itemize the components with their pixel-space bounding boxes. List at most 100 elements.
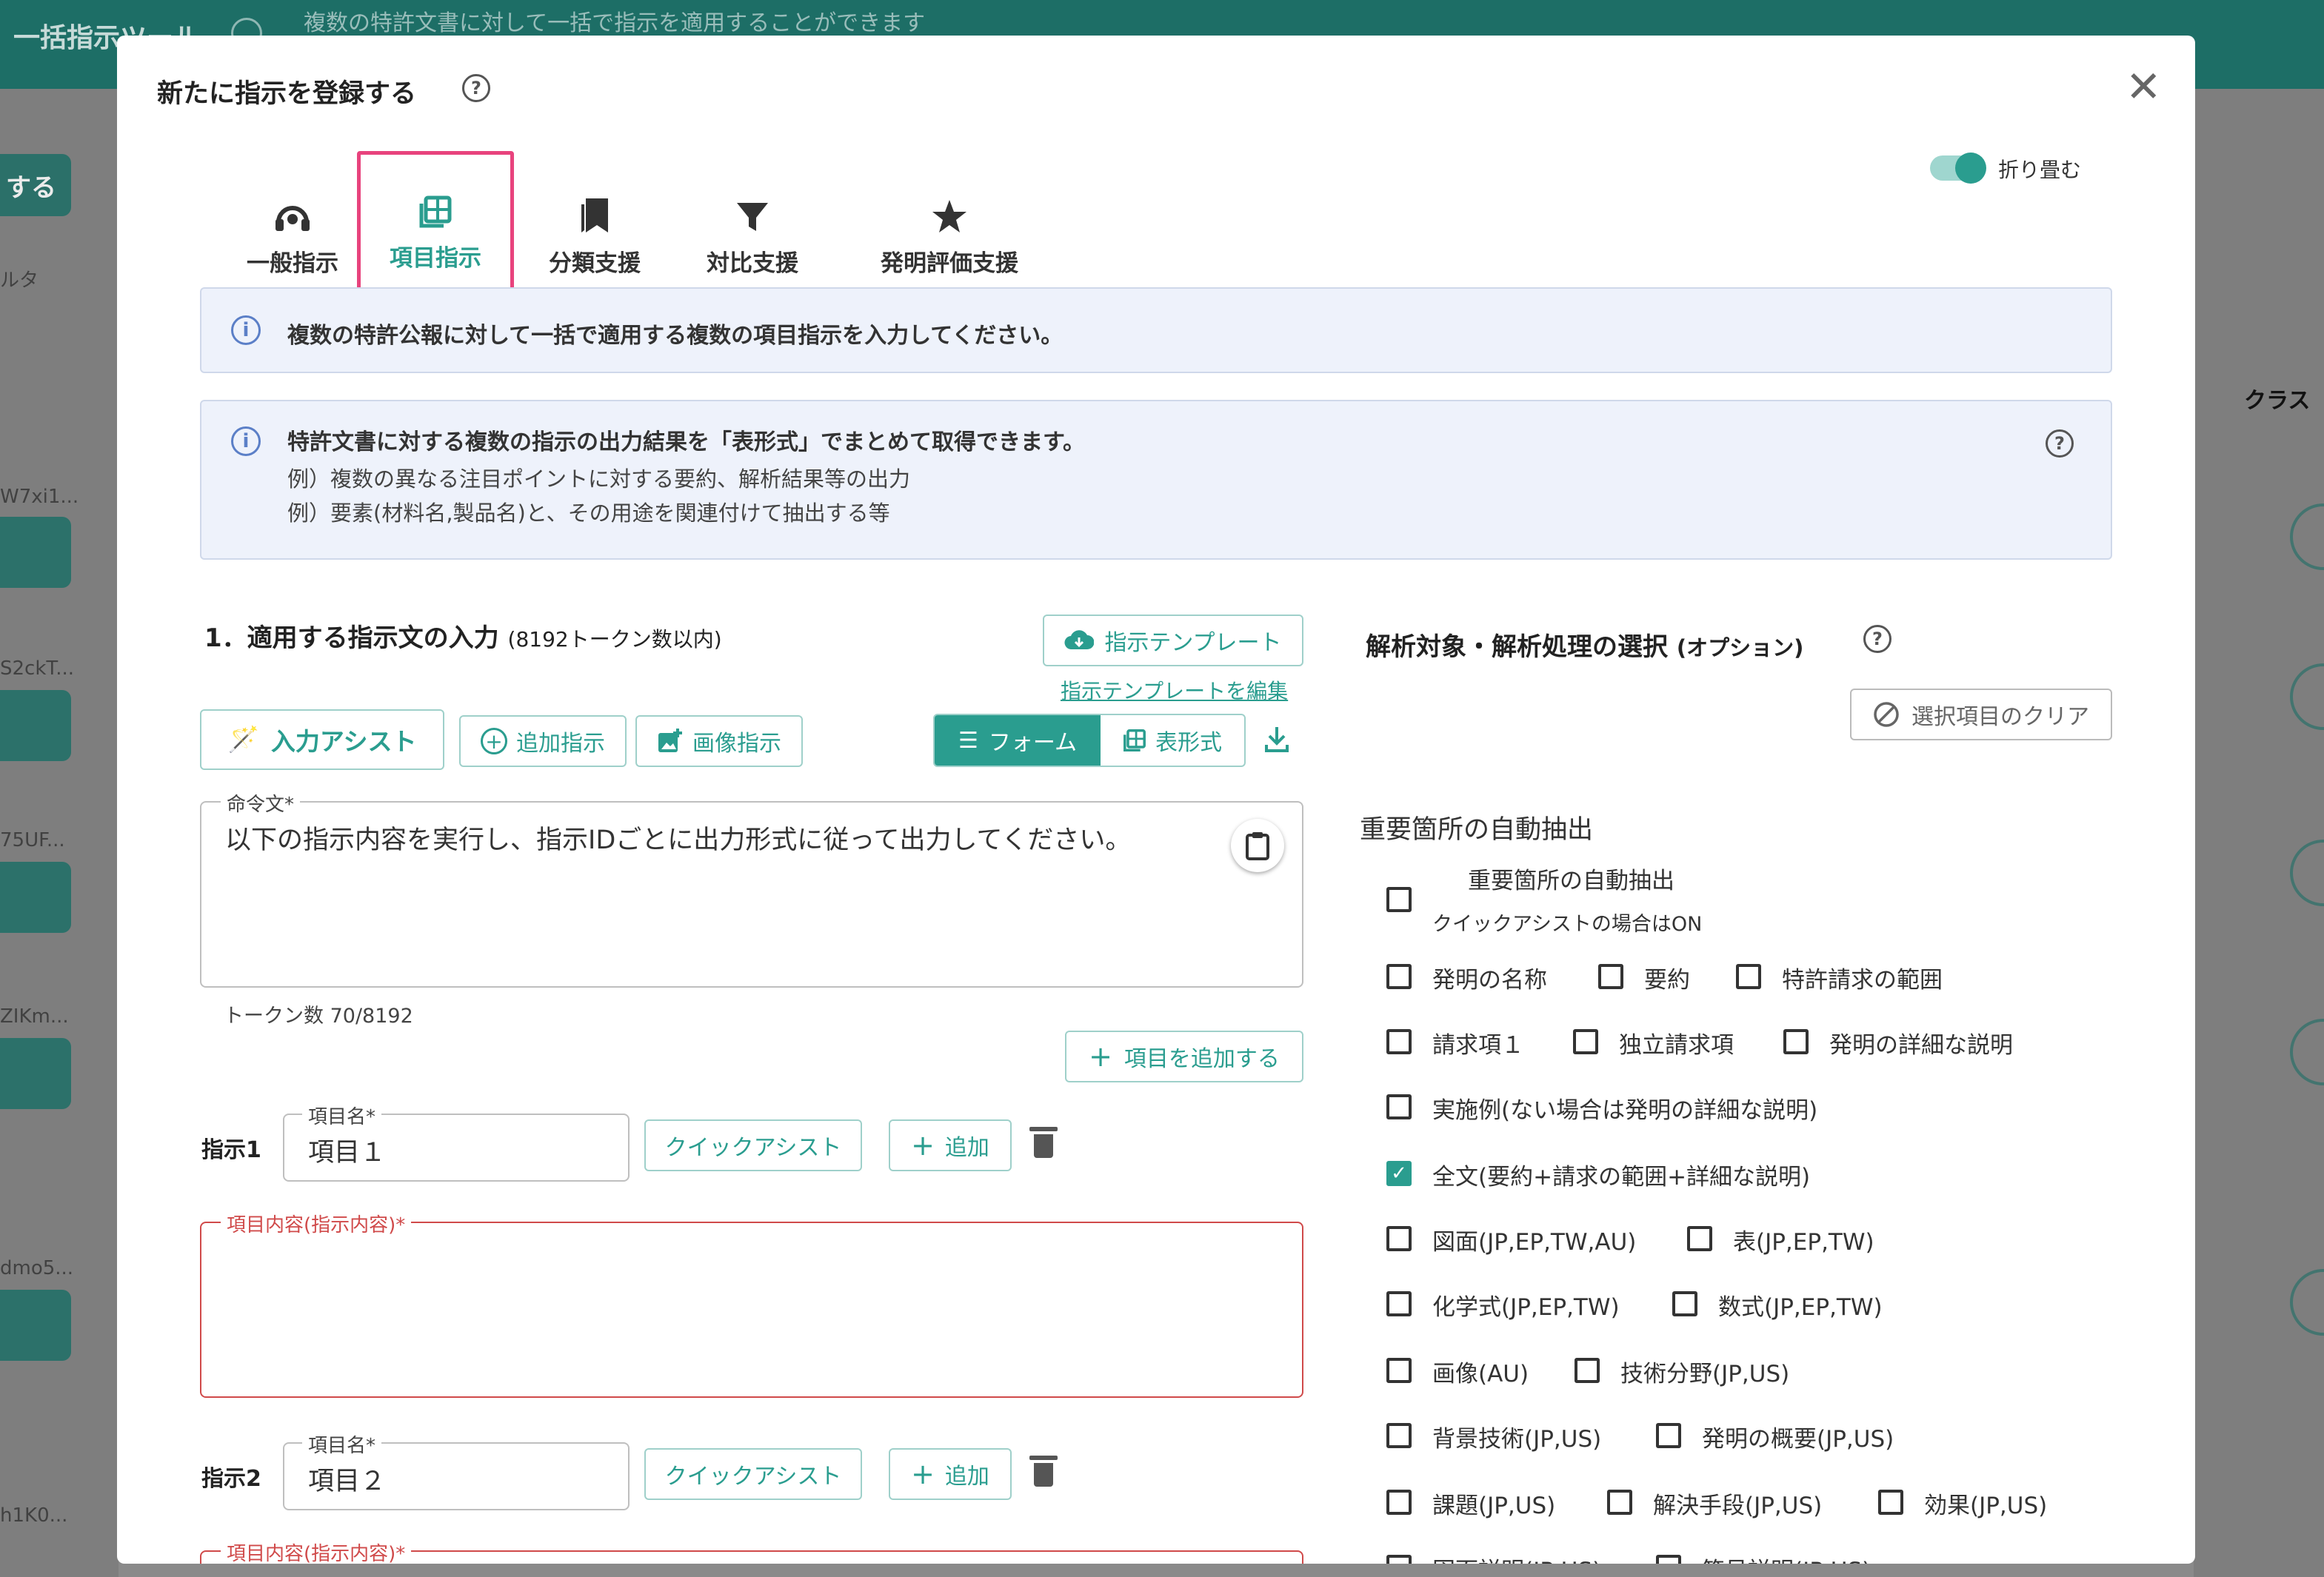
trash-icon[interactable]: [1029, 1456, 1058, 1487]
checkbox-claim-1[interactable]: [1386, 1029, 1412, 1054]
image-instruction-button[interactable]: 画像指示: [635, 715, 803, 767]
trash-icon[interactable]: [1029, 1127, 1058, 1158]
question-circle-icon[interactable]: ?: [462, 74, 490, 102]
checkbox-detailed-description[interactable]: [1783, 1029, 1809, 1054]
checkbox-label: 効果(JP,US): [1924, 1493, 2048, 1519]
magic-wand-icon: 🪄: [227, 725, 259, 754]
checkbox-problem[interactable]: [1386, 1490, 1412, 1515]
section-title: 1．適用する指示文の入力 (8192トークン数以内): [204, 617, 722, 654]
checkbox-label: 化学式(JP,EP,TW): [1432, 1294, 1620, 1321]
plus-circle-icon: +: [481, 728, 507, 754]
table-format-info: i 特許文書に対する複数の指示の出力結果を「表形式」でまとめて取得できます。 例…: [200, 400, 2112, 560]
quick-assist-button[interactable]: クイックアシスト: [644, 1448, 862, 1500]
clear-selection-label: 選択項目のクリア: [1911, 704, 2089, 730]
auto-extract-heading: 重要箇所の自動抽出: [1360, 815, 1594, 845]
checkbox-effects[interactable]: [1878, 1490, 1903, 1515]
checkbox-math-formulas[interactable]: [1672, 1291, 1697, 1316]
checkbox-examples[interactable]: [1386, 1094, 1412, 1119]
checkbox-abstract[interactable]: [1598, 964, 1623, 989]
question-circle-icon[interactable]: ?: [2046, 429, 2074, 458]
close-icon[interactable]: ✕: [2126, 65, 2162, 108]
add-button[interactable]: + 追加: [889, 1448, 1012, 1500]
view-table-button[interactable]: 表形式: [1101, 715, 1244, 766]
clear-selection-button[interactable]: 選択項目のクリア: [1850, 689, 2112, 740]
background-list-button[interactable]: [0, 1038, 71, 1109]
background-list-button[interactable]: [0, 517, 71, 588]
checkbox-solution[interactable]: [1607, 1490, 1632, 1515]
clipboard-icon[interactable]: [1231, 819, 1284, 872]
add-item-button[interactable]: + 項目を追加する: [1065, 1031, 1303, 1082]
item-name-value: 項目２: [308, 1467, 387, 1496]
image-instruction-label: 画像指示: [692, 731, 781, 757]
background-list-button[interactable]: [0, 862, 71, 933]
collapse-toggle[interactable]: [1930, 153, 1986, 184]
app-description: 複数の特許文書に対して一括で指示を適用することができます: [304, 10, 926, 36]
add-label: 追加: [944, 1135, 989, 1161]
background-right-panel: [2194, 89, 2324, 1577]
auto-extract-sub: クイックアシストの場合はON: [1432, 913, 1703, 936]
checkbox-label: 図面説明(JP,US): [1432, 1552, 1601, 1564]
question-circle-icon[interactable]: ?: [1863, 625, 1891, 653]
item-name-field[interactable]: 項目名* 項目１: [283, 1102, 630, 1182]
download-icon[interactable]: [1263, 724, 1290, 757]
checkbox-label: 画像(AU): [1432, 1361, 1529, 1387]
table-icon: [418, 181, 453, 229]
table-format-example-2: 例）要素(材料名,製品名)と、その用途を関連付けて抽出する等: [287, 500, 890, 526]
command-field[interactable]: 命令文* 以下の指示内容を実行し、指示IDごとに出力形式に従って出力してください…: [200, 789, 1303, 988]
item-label: 指示2: [201, 1466, 261, 1492]
item-content-field[interactable]: 項目内容(指示内容)*: [200, 1539, 1303, 1564]
command-value: 以下の指示内容を実行し、指示IDごとに出力形式に従って出力してください。: [225, 826, 1132, 855]
add-instruction-button[interactable]: + 追加指示: [459, 715, 627, 767]
checkbox-label: 要約: [1644, 967, 1690, 994]
item-content-field[interactable]: 項目内容(指示内容)*: [200, 1210, 1303, 1398]
auto-extract-checkbox[interactable]: [1386, 887, 1412, 912]
view-form-label: フォーム: [988, 730, 1077, 756]
template-edit-link[interactable]: 指示テンプレートを編集: [1061, 675, 1288, 705]
filter-icon: [735, 187, 769, 234]
checkbox-label: 背景技術(JP,US): [1432, 1426, 1602, 1453]
checkbox-independent-claims[interactable]: [1573, 1029, 1598, 1054]
view-form-button[interactable]: ☰ フォーム: [935, 715, 1101, 766]
view-table-label: 表形式: [1155, 730, 1222, 756]
checkbox-summary[interactable]: [1656, 1423, 1681, 1448]
checkbox-chemical-formulas[interactable]: [1386, 1291, 1412, 1316]
table-format-example-1: 例）複数の異なる注目ポイントに対する要約、解析結果等の出力: [287, 466, 911, 492]
background-list-item: 75UF...: [0, 829, 65, 851]
checkbox-label: 発明の詳細な説明: [1829, 1032, 2013, 1059]
quick-assist-button[interactable]: クイックアシスト: [644, 1119, 862, 1171]
checkbox-technical-field[interactable]: [1575, 1358, 1600, 1383]
checkbox-title[interactable]: [1386, 964, 1412, 989]
section-note: (8192トークン数以内): [507, 627, 722, 652]
checkbox-label: 全文(要約+請求の範囲+詳細な説明): [1432, 1164, 1811, 1191]
add-button[interactable]: + 追加: [889, 1119, 1012, 1171]
input-assist-button[interactable]: 🪄 入力アシスト: [200, 709, 444, 770]
checkbox-background-art[interactable]: [1386, 1423, 1412, 1448]
cloud-download-icon: [1064, 630, 1095, 651]
tab-label: 一般指示: [247, 250, 338, 277]
background-list-item: dmo5...: [0, 1257, 74, 1279]
template-button[interactable]: 指示テンプレート: [1043, 615, 1303, 666]
checkbox-tables[interactable]: [1687, 1226, 1712, 1251]
checkbox-label: 技術分野(JP,US): [1620, 1361, 1790, 1387]
tab-label: 項目指示: [390, 245, 481, 272]
item-name-label: 項目名*: [302, 1102, 382, 1129]
checkbox-label: 独立請求項: [1619, 1032, 1734, 1059]
background-list-item: ZIKm...: [0, 1005, 69, 1028]
background-register-button[interactable]: する: [0, 154, 71, 216]
checkbox-claims[interactable]: [1736, 964, 1761, 989]
checkbox-drawing-description[interactable]: [1386, 1555, 1412, 1564]
checkbox-drawings[interactable]: [1386, 1226, 1412, 1251]
tab-label: 分類支援: [549, 250, 641, 277]
background-list-item: W7xi1...: [0, 486, 79, 508]
checkbox-full-text[interactable]: ✓: [1386, 1161, 1412, 1186]
background-list-button[interactable]: [0, 1290, 71, 1361]
template-button-label: 指示テンプレート: [1104, 630, 1282, 656]
checkbox-images[interactable]: [1386, 1358, 1412, 1383]
background-list-button[interactable]: [0, 690, 71, 761]
item-name-value: 項目１: [308, 1138, 387, 1168]
list-icon: ☰: [958, 727, 978, 754]
bookmarks-icon: [578, 187, 611, 234]
checkbox-reference-signs[interactable]: [1656, 1555, 1681, 1564]
item-name-field[interactable]: 項目名* 項目２: [283, 1430, 630, 1510]
view-toggle: ☰ フォーム 表形式: [933, 714, 1246, 767]
